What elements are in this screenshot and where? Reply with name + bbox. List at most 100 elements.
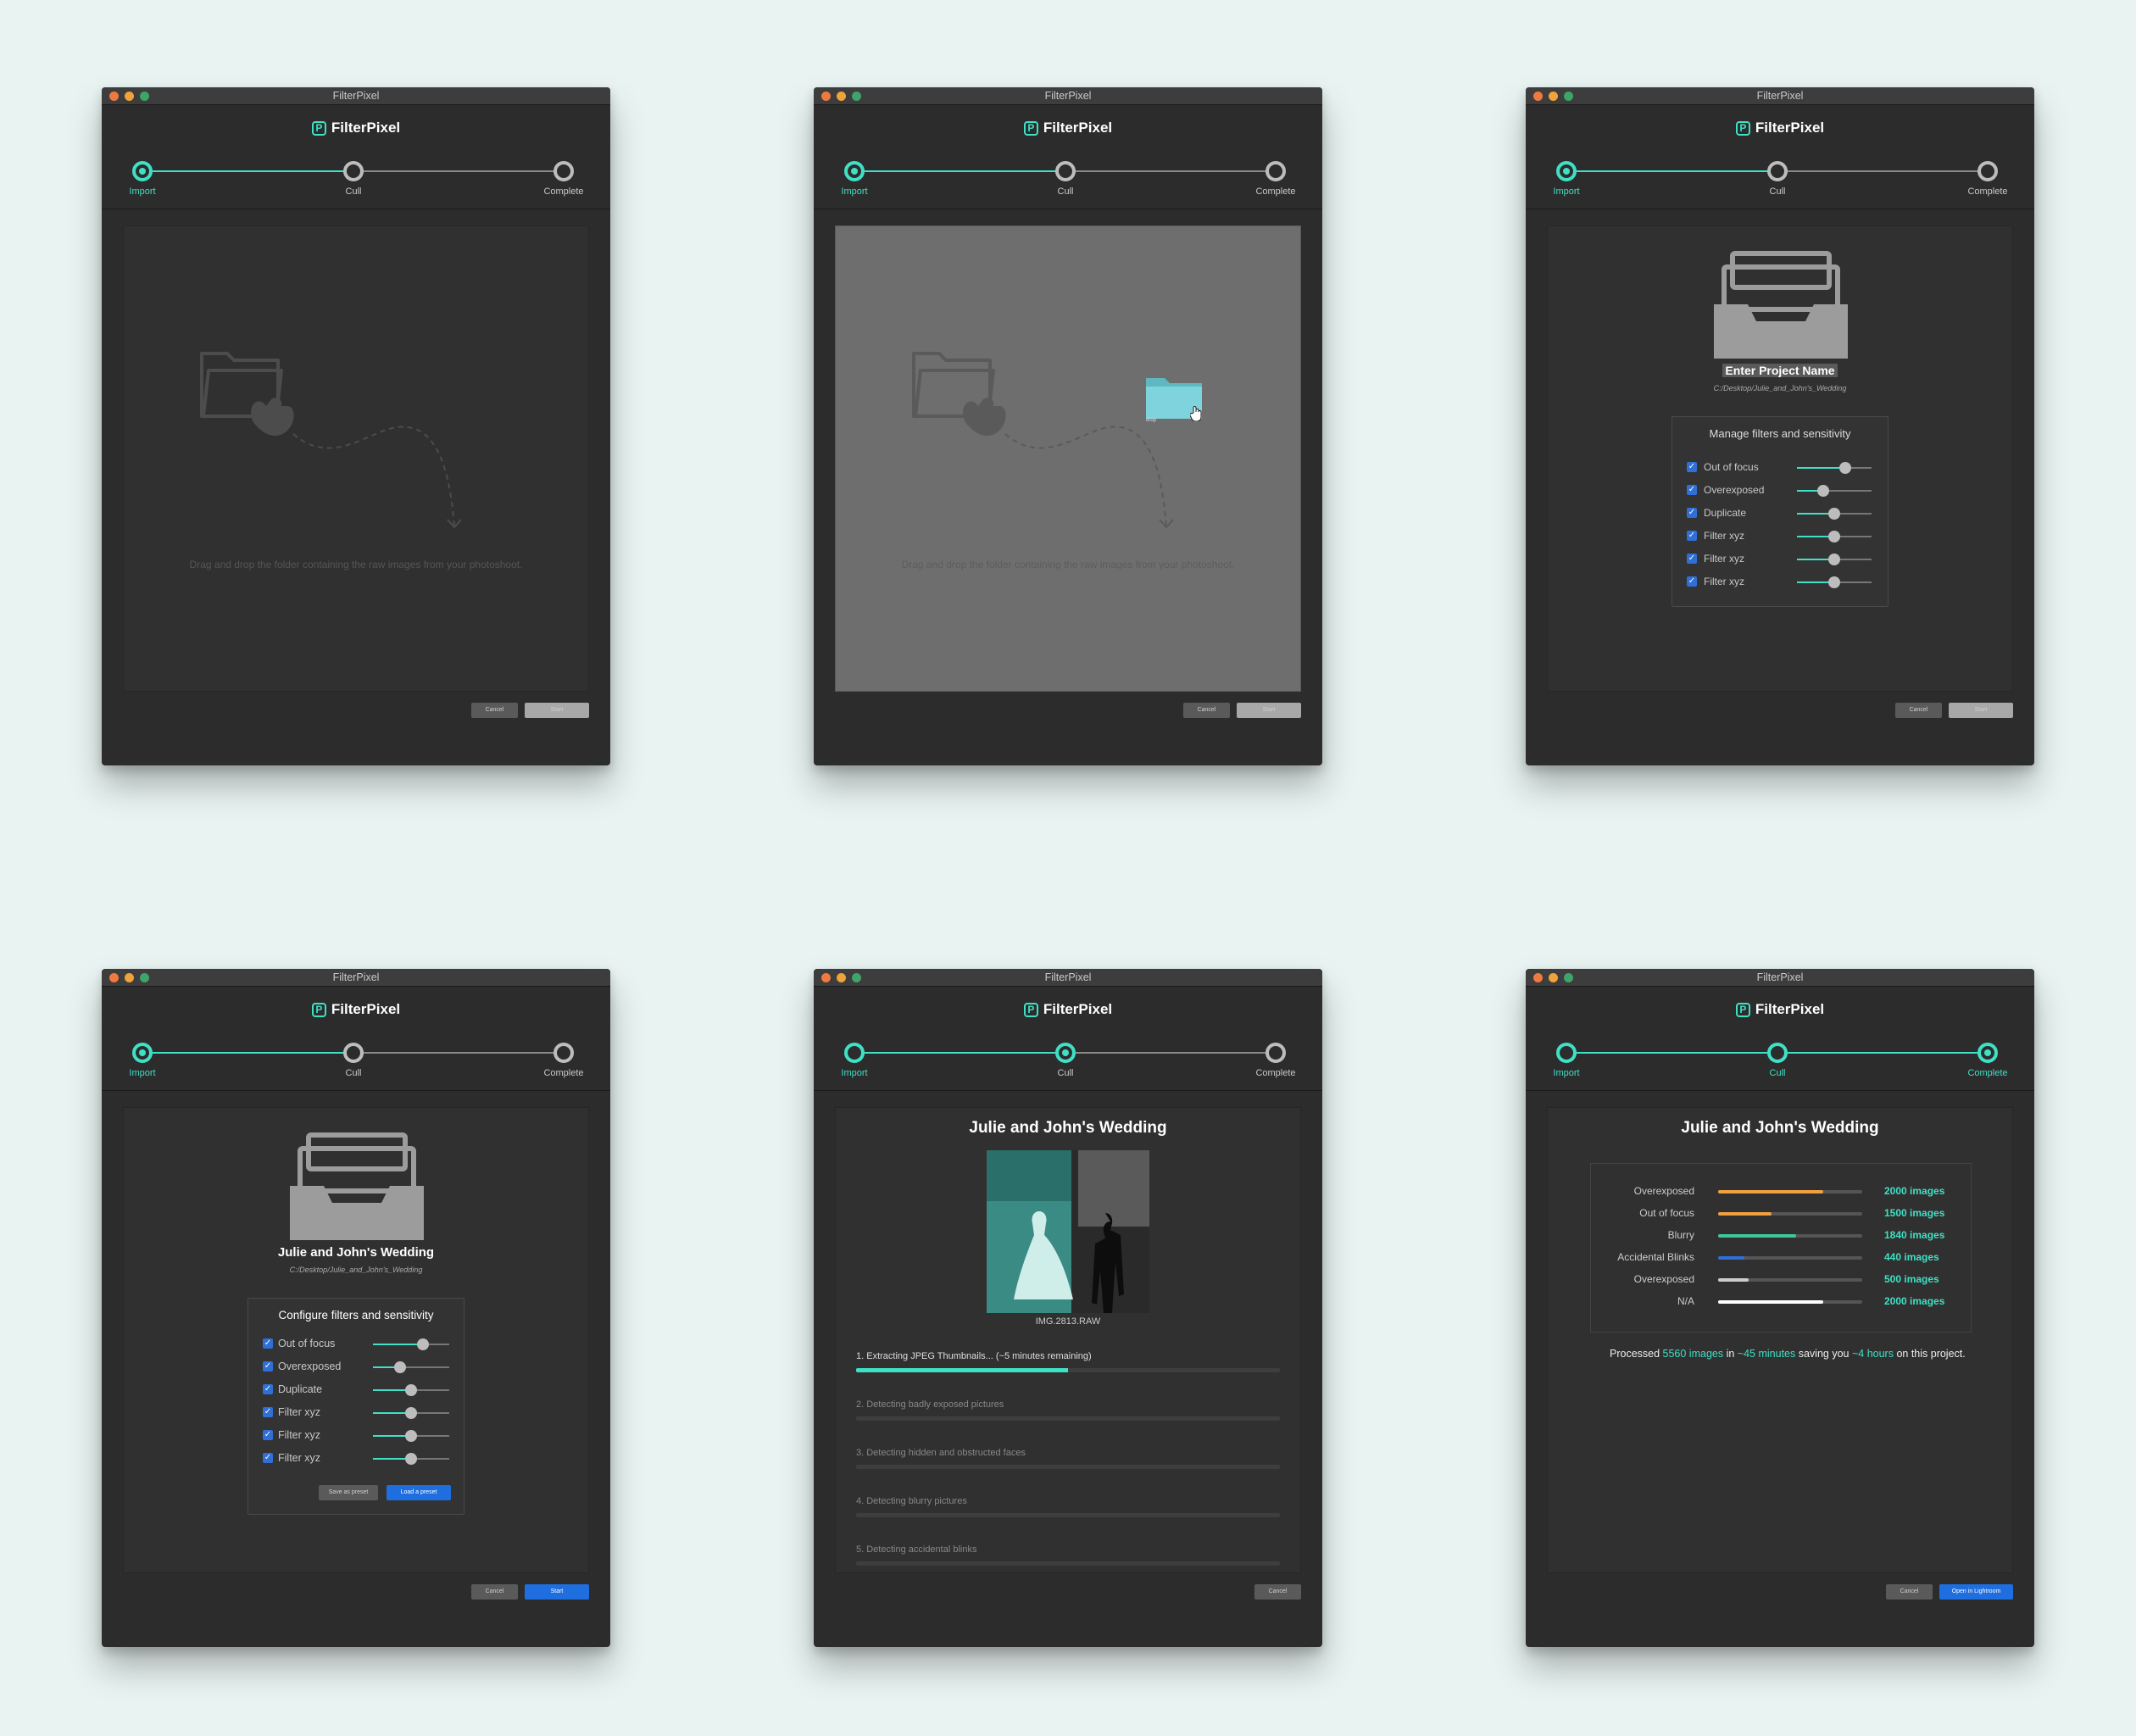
dragged-folder[interactable]: drop xyxy=(1146,375,1202,426)
result-value[interactable]: 500 images xyxy=(1884,1273,1939,1285)
sensitivity-slider[interactable] xyxy=(1797,508,1872,520)
filter-checkbox[interactable]: ✓ xyxy=(1687,508,1697,518)
step-complete-label: Complete xyxy=(1967,186,2008,197)
result-label: Overexposed xyxy=(1633,1273,1694,1285)
load-preset-button[interactable]: Load a preset xyxy=(387,1485,451,1500)
save-preset-button[interactable]: Save as preset xyxy=(319,1485,378,1500)
filter-checkbox[interactable]: ✓ xyxy=(263,1430,273,1440)
stepper-line xyxy=(865,170,1062,172)
filter-checkbox[interactable]: ✓ xyxy=(1687,485,1697,495)
filter-checkbox[interactable]: ✓ xyxy=(263,1361,273,1372)
step-complete-indicator xyxy=(1265,1043,1286,1063)
cancel-button[interactable]: Cancel xyxy=(1886,1584,1933,1600)
sensitivity-slider[interactable] xyxy=(373,1338,449,1350)
step-cull-label: Cull xyxy=(1057,1068,1074,1078)
sensitivity-slider[interactable] xyxy=(1797,531,1872,542)
drop-zone-active[interactable]: drop Drag and drop the folder containing… xyxy=(835,225,1301,692)
cancel-button[interactable]: Cancel xyxy=(471,703,518,718)
result-row: Overexposed 2000 images xyxy=(1591,1185,1971,1202)
slider-knob[interactable] xyxy=(416,1338,429,1350)
start-button[interactable]: Start xyxy=(1237,703,1301,718)
filter-checkbox[interactable]: ✓ xyxy=(263,1453,273,1463)
stepper-line xyxy=(1788,1052,1978,1054)
project-name-input[interactable]: Enter Project Name xyxy=(1722,364,1838,377)
cancel-button[interactable]: Cancel xyxy=(1183,703,1230,718)
slider-knob[interactable] xyxy=(1828,531,1840,542)
sensitivity-slider[interactable] xyxy=(373,1407,449,1419)
slider-knob[interactable] xyxy=(1828,554,1840,565)
filter-checkbox[interactable]: ✓ xyxy=(263,1384,273,1394)
step-complete-label: Complete xyxy=(1255,186,1296,197)
summary-suffix: on this project. xyxy=(1893,1348,1966,1360)
divider xyxy=(102,1090,610,1091)
slider-knob[interactable] xyxy=(1839,462,1852,474)
filter-row: ✓ Filter xyz xyxy=(248,1406,464,1422)
filter-row: ✓ Filter xyz xyxy=(248,1429,464,1444)
open-in-lightroom-button[interactable]: Open in Lightroom xyxy=(1939,1584,2013,1600)
sensitivity-slider[interactable] xyxy=(1797,462,1872,474)
filter-checkbox[interactable]: ✓ xyxy=(263,1407,273,1417)
titlebar: FilterPixel xyxy=(102,87,610,105)
filter-label: Filter xyz xyxy=(278,1406,320,1418)
start-button[interactable]: Start xyxy=(525,703,589,718)
result-bar xyxy=(1718,1300,1862,1304)
result-bar-fill xyxy=(1718,1212,1772,1216)
filter-row: ✓ Filter xyz xyxy=(248,1452,464,1467)
start-button[interactable]: Start xyxy=(525,1584,589,1600)
result-row: N/A 2000 images xyxy=(1591,1295,1971,1312)
slider-knob[interactable] xyxy=(405,1430,417,1442)
result-label: Accidental Blinks xyxy=(1617,1251,1694,1263)
result-value[interactable]: 1840 images xyxy=(1884,1229,1944,1241)
sensitivity-slider[interactable] xyxy=(1797,576,1872,588)
sensitivity-slider[interactable] xyxy=(373,1361,449,1373)
task-progress-fill xyxy=(856,1368,1068,1372)
slider-knob[interactable] xyxy=(405,1384,417,1396)
complete-panel: Julie and John's Wedding Overexposed 2000… xyxy=(1547,1107,2013,1573)
sensitivity-slider[interactable] xyxy=(373,1453,449,1465)
filter-row: ✓ Out of focus xyxy=(1672,461,1888,476)
result-value[interactable]: 2000 images xyxy=(1884,1295,1944,1307)
step-import-indicator xyxy=(132,161,153,181)
result-bar xyxy=(1718,1212,1862,1216)
slider-knob[interactable] xyxy=(393,1361,406,1373)
result-bar-fill xyxy=(1718,1300,1824,1304)
window-import-configure: FilterPixel P FilterPixel Import Cull Co… xyxy=(1526,87,2034,765)
sensitivity-slider[interactable] xyxy=(1797,554,1872,565)
filter-checkbox[interactable]: ✓ xyxy=(1687,576,1697,587)
result-value[interactable]: 2000 images xyxy=(1884,1185,1944,1197)
cancel-button[interactable]: Cancel xyxy=(471,1584,518,1600)
result-value[interactable]: 440 images xyxy=(1884,1251,1939,1263)
filter-checkbox[interactable]: ✓ xyxy=(1687,531,1697,541)
summary-mid1: in xyxy=(1723,1348,1738,1360)
slider-knob[interactable] xyxy=(405,1407,417,1419)
task-label: 4. Detecting blurry pictures xyxy=(856,1496,967,1506)
slider-knob[interactable] xyxy=(1828,508,1840,520)
filter-label: Overexposed xyxy=(1704,484,1765,496)
cancel-button[interactable]: Cancel xyxy=(1254,1584,1301,1600)
logo-icon: P xyxy=(311,120,326,136)
sensitivity-slider[interactable] xyxy=(1797,485,1872,497)
filter-checkbox[interactable]: ✓ xyxy=(1687,462,1697,472)
step-cull-label: Cull xyxy=(1769,1068,1786,1078)
slider-knob[interactable] xyxy=(1816,485,1829,497)
summary-images: 5560 images xyxy=(1662,1348,1724,1360)
project-name[interactable]: Julie and John's Wedding xyxy=(124,1245,588,1260)
slider-knob[interactable] xyxy=(1828,576,1840,588)
task-progress-bar xyxy=(856,1465,1280,1469)
stepper-line xyxy=(1577,170,1774,172)
sensitivity-slider[interactable] xyxy=(373,1430,449,1442)
cancel-button[interactable]: Cancel xyxy=(1895,703,1942,718)
window-complete: FilterPixel P FilterPixel Import Cull Co… xyxy=(1526,969,2034,1647)
start-button[interactable]: Start xyxy=(1949,703,2013,718)
step-cull-indicator xyxy=(1767,161,1788,181)
step-import-indicator xyxy=(1556,1043,1577,1063)
task-item: 5. Detecting accidental blinks xyxy=(856,1544,1280,1566)
result-value[interactable]: 1500 images xyxy=(1884,1207,1944,1219)
slider-knob[interactable] xyxy=(405,1453,417,1465)
filter-checkbox[interactable]: ✓ xyxy=(263,1338,273,1349)
sensitivity-slider[interactable] xyxy=(373,1384,449,1396)
filter-checkbox[interactable]: ✓ xyxy=(1687,554,1697,564)
drop-zone[interactable]: Drag and drop the folder containing the … xyxy=(123,225,589,692)
result-label: N/A xyxy=(1677,1295,1694,1307)
step-complete-indicator xyxy=(553,161,574,181)
